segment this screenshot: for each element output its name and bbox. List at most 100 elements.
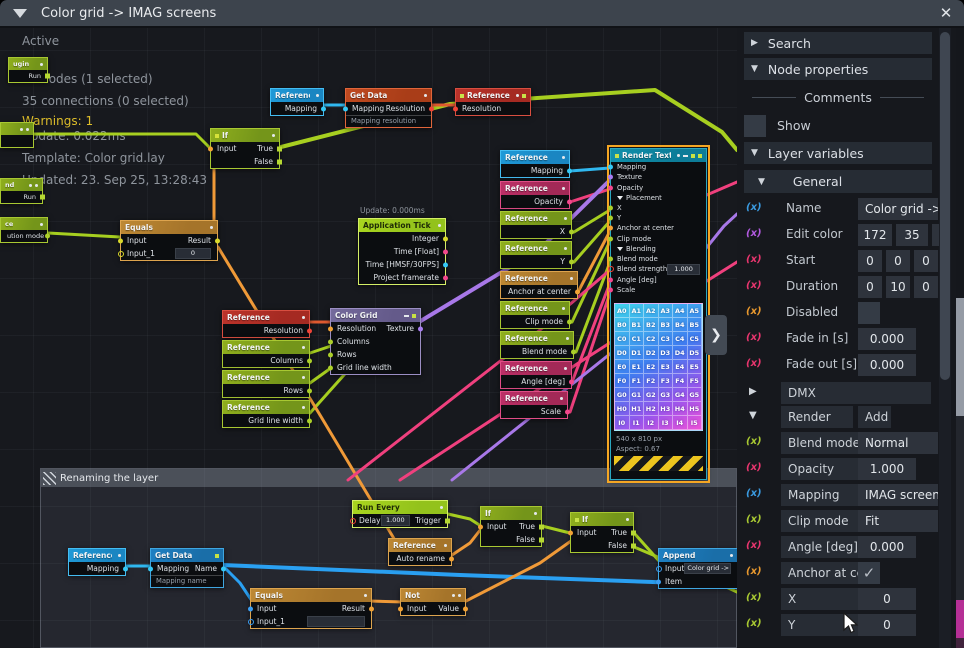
orange-port[interactable]: [369, 606, 374, 611]
node-header[interactable]: If: [481, 507, 541, 520]
section-header-general[interactable]: ▼General: [744, 170, 932, 193]
node-header[interactable]: Get Data: [151, 549, 223, 562]
chevron-down-icon[interactable]: ▼: [749, 410, 757, 421]
lime-square-port[interactable]: [539, 524, 544, 529]
node-properties-section-header[interactable]: ▼ Node properties: [744, 58, 932, 80]
node-left-resolution-mode[interactable]: ceution mode: [0, 217, 48, 243]
node-header[interactable]: Reference: [223, 311, 309, 324]
lime-port[interactable]: [571, 349, 576, 354]
node-header[interactable]: Get Data: [346, 89, 431, 102]
node-equals-2[interactable]: EqualsInputResultInput_1: [250, 588, 372, 629]
cyan-port[interactable]: [221, 566, 226, 571]
duration-field[interactable]: 0: [914, 276, 938, 298]
node-header[interactable]: If: [211, 129, 279, 142]
orange-port[interactable]: [398, 606, 403, 611]
node-getdata-name[interactable]: Get DataMappingNameMapping name: [150, 548, 224, 588]
node-header[interactable]: Reference: [389, 539, 451, 552]
angle-deg-field[interactable]: 0.000: [858, 536, 916, 558]
clip-mode-field[interactable]: Fit: [858, 510, 938, 532]
lime-port[interactable]: [328, 352, 333, 357]
node-ref-scale[interactable]: ReferenceScale: [500, 391, 568, 419]
node-header[interactable]: Reference: [223, 341, 309, 354]
node-header[interactable]: Reference: [501, 332, 573, 345]
cyan-port[interactable]: [443, 262, 448, 267]
node-header[interactable]: [1, 123, 33, 135]
chevron-right-icon[interactable]: ▶: [749, 386, 757, 397]
pink-port[interactable]: [443, 249, 448, 254]
node-header[interactable]: If: [571, 513, 633, 526]
node-if-3[interactable]: IfInputTrueFalse: [570, 512, 634, 553]
node-ref-angle[interactable]: ReferenceAngle [deg]: [500, 361, 572, 389]
node-header[interactable]: Reference: [271, 89, 323, 102]
lime-square-port[interactable]: [277, 159, 282, 164]
lime-square-port[interactable]: [631, 530, 636, 535]
blue-ring-port[interactable]: [248, 619, 254, 625]
red-port[interactable]: [453, 106, 458, 111]
node-header[interactable]: Append: [659, 549, 737, 562]
value-field[interactable]: 0: [175, 248, 211, 259]
lime-square-port[interactable]: [277, 146, 282, 151]
node-ref-clip-mode[interactable]: ReferenceClip mode: [500, 301, 570, 329]
section-header-render[interactable]: Render: [781, 406, 853, 428]
duration-field[interactable]: 0: [858, 276, 882, 298]
pink-port[interactable]: [608, 277, 613, 282]
node-ref-auto-rename[interactable]: ReferenceAuto rename: [388, 538, 452, 566]
row-label-opacity[interactable]: Opacity: [781, 458, 860, 480]
lime-port[interactable]: [608, 216, 613, 221]
lime-port[interactable]: [608, 205, 613, 210]
blue-port[interactable]: [248, 606, 253, 611]
red-port[interactable]: [307, 328, 312, 333]
layer-variables-section-header[interactable]: ▼ Layer variables: [744, 142, 932, 164]
cyan-port[interactable]: [123, 566, 128, 571]
value-field[interactable]: Color grid ->: [684, 563, 731, 574]
node-color-grid[interactable]: Color GridResolutionTextureColumnsRowsGr…: [330, 308, 421, 375]
cyan-port[interactable]: [608, 165, 613, 170]
y-field[interactable]: 0: [858, 614, 916, 636]
fade-out-s-field[interactable]: 0.000: [858, 354, 916, 376]
node-mini-plugin[interactable]: uginRun: [8, 57, 48, 83]
yellow-port[interactable]: [118, 238, 123, 243]
node-application-tick[interactable]: Application TickIntegerTime [Float]Time …: [358, 218, 446, 285]
node-if-1[interactable]: IfInputTrueFalse: [210, 128, 280, 169]
node-equals-1[interactable]: EqualsInputResultInput_10: [120, 220, 218, 261]
section-header-dmx[interactable]: DMX: [781, 382, 931, 404]
value-field[interactable]: 1.000: [667, 264, 700, 275]
orange-port[interactable]: [478, 524, 483, 529]
search-section-header[interactable]: ▶ Search: [744, 32, 932, 54]
node-header[interactable]: Reference: [501, 242, 571, 255]
node-append[interactable]: AppendInputColor grid ->Item: [658, 548, 737, 589]
node-run-every[interactable]: Run EveryDelay1.000Trigger: [352, 500, 448, 528]
node-header[interactable]: Reference: [501, 212, 571, 225]
node-header[interactable]: Reference: [501, 302, 569, 315]
lime-port[interactable]: [608, 236, 613, 241]
lime-square-port[interactable]: [445, 518, 450, 523]
node-header[interactable]: ce: [1, 218, 47, 230]
pink-port[interactable]: [569, 379, 574, 384]
lime-port[interactable]: [307, 418, 312, 423]
lime-square-port[interactable]: [45, 74, 50, 79]
node-header[interactable]: Render Texture: [611, 149, 706, 162]
orange-port[interactable]: [328, 326, 333, 331]
pink-port[interactable]: [443, 275, 448, 280]
row-label-angle-deg[interactable]: Angle [deg]: [781, 536, 860, 558]
yellow-port[interactable]: [443, 236, 448, 241]
node-ref-mapping-mid[interactable]: ReferenceMapping: [500, 150, 570, 178]
node-header[interactable]: ugin: [9, 58, 47, 70]
expand-panel-button[interactable]: ❯: [705, 315, 727, 355]
anchor-at-ce-checkbox[interactable]: ✓: [858, 562, 880, 584]
lime-port[interactable]: [567, 319, 572, 324]
node-header[interactable]: Run Every: [353, 501, 447, 514]
lime-port[interactable]: [608, 257, 613, 262]
node-header[interactable]: Reference: [501, 392, 567, 405]
node-ref-resolution-top[interactable]: ReferenceResolution: [455, 88, 531, 116]
panel-scrollbar[interactable]: [939, 28, 951, 648]
add-button[interactable]: Add: [858, 406, 891, 428]
node-ref-columns[interactable]: ReferenceColumns: [222, 340, 310, 368]
opacity-field[interactable]: 1.000: [858, 458, 916, 480]
orange-port[interactable]: [568, 530, 573, 535]
mapping-field[interactable]: IMAG screens: [858, 484, 938, 506]
red-ring-port[interactable]: [608, 266, 614, 272]
node-header[interactable]: Reference: [501, 362, 571, 375]
node-header[interactable]: Equals: [251, 589, 371, 602]
node-header[interactable]: Not: [401, 589, 465, 602]
